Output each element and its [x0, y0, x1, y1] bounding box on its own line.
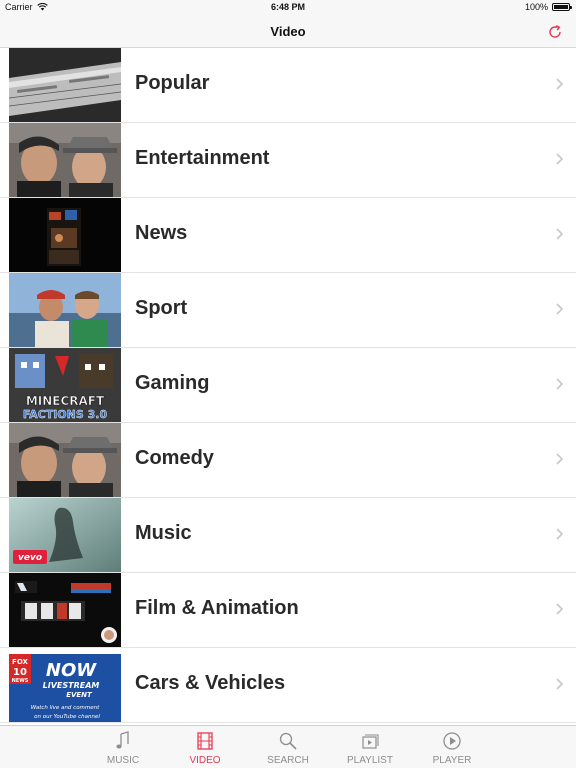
tab-label: PLAYLIST — [347, 755, 393, 766]
chevron-right-icon — [556, 378, 564, 390]
music-note-icon — [116, 731, 129, 749]
category-label: Popular — [135, 72, 210, 94]
chevron-right-icon — [556, 603, 564, 615]
chevron-right-icon — [556, 153, 564, 165]
play-circle-icon — [443, 732, 461, 750]
tab-bar: MUSIC VIDEO SEARCH PLAYLIST PLAYER — [0, 725, 576, 768]
chevron-right-icon — [556, 228, 564, 240]
chevron-right-icon — [556, 678, 564, 690]
music-thumb-graphic: vevo — [9, 498, 121, 572]
comedy-thumbnail — [9, 423, 121, 497]
popular-thumbnail — [9, 48, 121, 122]
gaming-thumb-title: MINECRAFT — [26, 394, 105, 408]
event-label: EVENT — [66, 691, 93, 699]
tab-label: PLAYER — [432, 755, 472, 766]
entertainment-thumb-graphic — [9, 123, 121, 197]
navigation-bar: Video — [0, 16, 576, 48]
film-animation-thumb-graphic — [9, 573, 121, 647]
battery-percent: 100% — [524, 2, 548, 12]
category-label: Gaming — [135, 372, 210, 394]
category-row-comedy[interactable]: Comedy — [0, 423, 576, 498]
category-label: Comedy — [135, 447, 214, 469]
tab-music[interactable]: MUSIC — [81, 726, 165, 769]
news-thumb-graphic — [9, 198, 121, 272]
category-label: Film & Animation — [135, 597, 299, 619]
gaming-thumbnail: MINECRAFT FACTIONS 3.0 — [9, 348, 121, 422]
tab-label: SEARCH — [267, 755, 309, 766]
category-row-news[interactable]: News — [0, 198, 576, 273]
tab-label: MUSIC — [106, 755, 140, 766]
music-thumbnail: vevo — [9, 498, 121, 572]
news-thumbnail — [9, 198, 121, 272]
category-row-popular[interactable]: Popular — [0, 48, 576, 123]
category-label: News — [135, 222, 188, 244]
category-label: Music — [135, 522, 192, 544]
film-icon — [197, 732, 213, 750]
cars-vehicles-thumb-graphic: FOX 10 NEWS NOW LIVESTREAM EVENT Watch l… — [9, 648, 121, 722]
tab-playlist[interactable]: PLAYLIST — [328, 726, 412, 769]
chevron-right-icon — [556, 303, 564, 315]
refresh-icon[interactable] — [546, 23, 564, 41]
vevo-logo: vevo — [18, 553, 42, 563]
category-row-cars-vehicles[interactable]: FOX 10 NEWS NOW LIVESTREAM EVENT Watch l… — [0, 648, 576, 723]
category-row-gaming[interactable]: MINECRAFT FACTIONS 3.0 Gaming — [0, 348, 576, 423]
caption-line-1: Watch live and comment — [31, 705, 100, 711]
entertainment-thumbnail — [9, 123, 121, 197]
battery-group: 100% — [524, 2, 572, 12]
category-label: Entertainment — [135, 147, 270, 169]
status-bar: Carrier 6:48 PM 100% — [0, 0, 576, 16]
fox-channel-number: 10 — [13, 667, 27, 678]
comedy-thumb-graphic — [9, 423, 121, 497]
category-row-film-animation[interactable]: Film & Animation — [0, 573, 576, 648]
tab-video[interactable]: VIDEO — [163, 726, 247, 769]
chevron-right-icon — [556, 528, 564, 540]
film-animation-thumbnail — [9, 573, 121, 647]
category-label: Cars & Vehicles — [135, 672, 286, 694]
chevron-right-icon — [556, 78, 564, 90]
tab-label: VIDEO — [189, 755, 221, 766]
page-title: Video — [270, 24, 306, 39]
category-list[interactable]: Popular Entertainment News Sport MINECRA… — [0, 48, 576, 725]
category-label: Sport — [135, 297, 188, 319]
livestream-label: LIVESTREAM — [43, 681, 100, 690]
battery-icon — [552, 3, 572, 11]
sport-thumb-graphic — [9, 273, 121, 347]
tab-player[interactable]: PLAYER — [410, 726, 494, 769]
status-time: 6:48 PM — [270, 2, 305, 12]
fox-logo: FOX — [12, 658, 28, 666]
category-row-music[interactable]: vevo Music — [0, 498, 576, 573]
caption-line-2: on our YouTube channel — [34, 714, 100, 720]
cars-vehicles-thumbnail: FOX 10 NEWS NOW LIVESTREAM EVENT Watch l… — [9, 648, 121, 722]
playlist-icon — [362, 734, 379, 749]
search-icon — [279, 732, 297, 750]
fox-news-label: NEWS — [12, 678, 29, 684]
gaming-thumb-subtitle: FACTIONS 3.0 — [23, 408, 108, 421]
category-row-sport[interactable]: Sport — [0, 273, 576, 348]
chevron-right-icon — [556, 453, 564, 465]
popular-thumb-graphic — [9, 48, 121, 122]
tab-search[interactable]: SEARCH — [246, 726, 330, 769]
sport-thumbnail — [9, 273, 121, 347]
category-row-entertainment[interactable]: Entertainment — [0, 123, 576, 198]
news-now-label: NOW — [46, 660, 97, 681]
gaming-thumb-graphic: MINECRAFT FACTIONS 3.0 — [9, 348, 121, 422]
